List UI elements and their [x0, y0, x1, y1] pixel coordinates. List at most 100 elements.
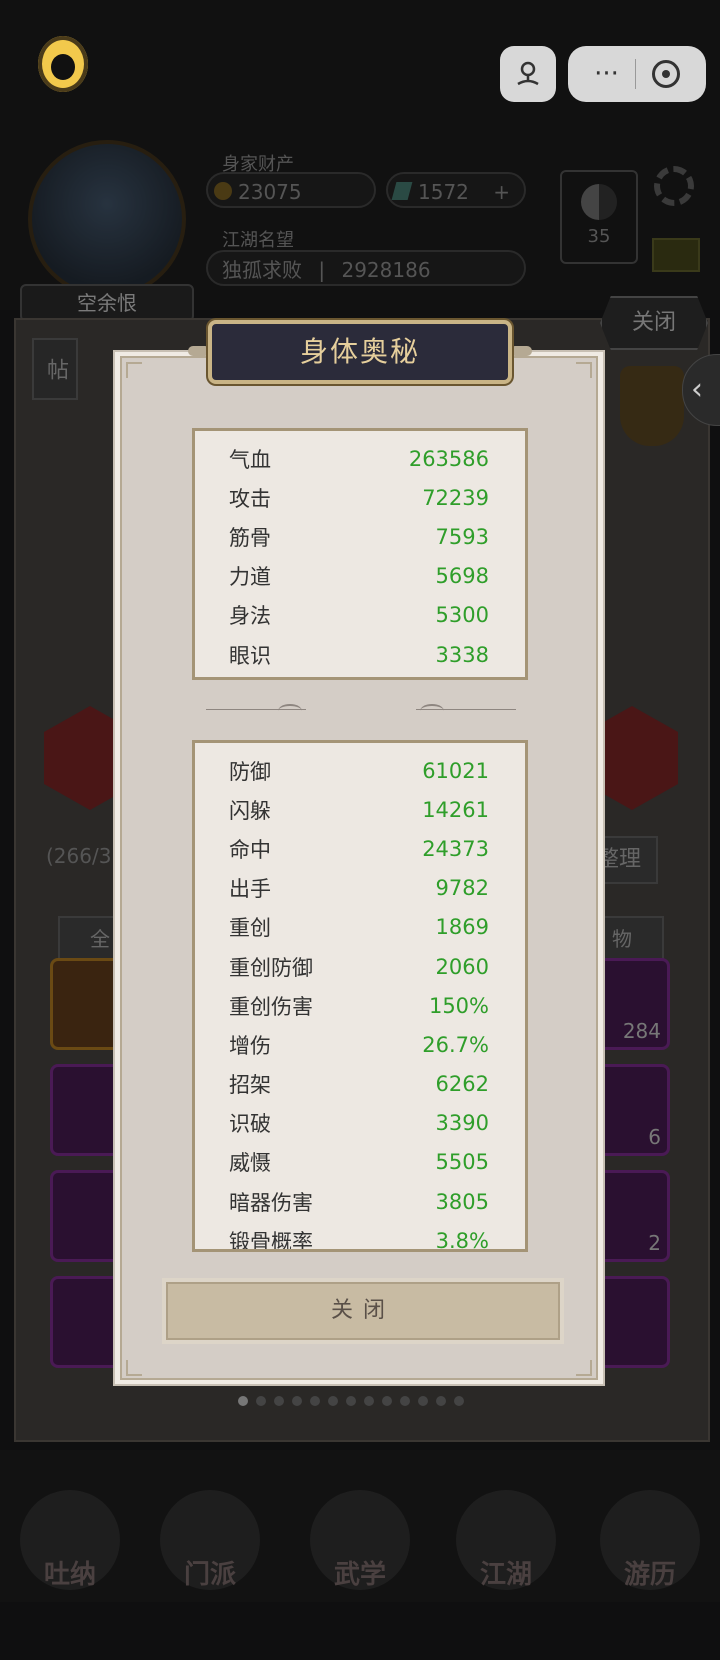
page-dot [238, 1396, 248, 1406]
stat-row: 增伤 26.7% [195, 1025, 525, 1064]
stat-value: 3805 [435, 1189, 489, 1214]
stat-row: 防御 61021 [195, 751, 525, 790]
invitation-button[interactable]: 帖 [32, 338, 78, 400]
jade-add-button[interactable]: + [493, 174, 510, 210]
stat-row: 力道 5698 [195, 557, 525, 596]
page-dot [418, 1396, 428, 1406]
stat-value: 3.8% [435, 1228, 489, 1252]
stat-row: 出手 9782 [195, 869, 525, 908]
page-dot [256, 1396, 266, 1406]
modal-close-button[interactable]: 关闭 [166, 1282, 560, 1340]
frame-corner [126, 362, 142, 378]
slot-count: 284 [622, 1019, 661, 1043]
frame-corner [126, 1360, 142, 1376]
stat-row: 眼识 3338 [195, 635, 525, 674]
stat-value: 2060 [435, 954, 489, 979]
swirl-ornament-icon [278, 704, 302, 718]
stat-value: 5698 [435, 564, 489, 589]
player-avatar[interactable] [28, 140, 186, 298]
gear-icon[interactable] [654, 166, 694, 206]
stat-value: 14261 [422, 797, 489, 822]
title-ornament [188, 346, 210, 356]
primary-stats-box: 气血 263586 攻击 72239 筋骨 7593 力道 5698 身法 5300 眼识… [192, 428, 528, 680]
stat-name: 重创伤害 [229, 994, 313, 1019]
stat-value: 263586 [408, 446, 489, 471]
stat-value: 9782 [435, 876, 489, 901]
stat-name: 重创防御 [229, 955, 313, 980]
stat-row: 识破 3390 [195, 1104, 525, 1143]
stat-name: 锻骨概率 [229, 1229, 313, 1252]
nav-jianghu[interactable]: 江湖 [456, 1490, 556, 1590]
stat-row: 招架 6262 [195, 1065, 525, 1104]
stat-name: 身法 [229, 604, 271, 629]
stat-row: 暗器伤害 3805 [195, 1182, 525, 1221]
page-dot [310, 1396, 320, 1406]
stat-name: 暗器伤害 [229, 1190, 313, 1215]
game-logo-icon [38, 36, 88, 92]
mail-icon[interactable] [652, 238, 700, 272]
page-indicator [238, 1396, 464, 1406]
coin-counter: 23075 [206, 172, 376, 208]
swirl-ornament-icon [420, 704, 444, 718]
panel-close-button[interactable]: 关闭 [600, 296, 708, 350]
player-name: 空余恨 [20, 284, 194, 322]
stat-name: 命中 [229, 837, 271, 862]
fame-separator: | [318, 258, 326, 282]
divider-line [416, 709, 516, 710]
stat-name: 招架 [229, 1073, 271, 1098]
page-dot [436, 1396, 446, 1406]
stat-name: 识破 [229, 1112, 271, 1137]
page-dot [328, 1396, 338, 1406]
page-dot [292, 1396, 302, 1406]
profile-button[interactable] [500, 46, 556, 102]
nav-menpai[interactable]: 门派 [160, 1490, 260, 1590]
stat-row: 威慑 5505 [195, 1143, 525, 1182]
stat-value: 26.7% [422, 1032, 489, 1057]
stat-row: 闪躲 14261 [195, 790, 525, 829]
modal-title: 身体奥秘 [208, 320, 512, 384]
nav-youli[interactable]: 游历 [600, 1490, 700, 1590]
stat-row: 锻骨概率 3.8% [195, 1221, 525, 1252]
stat-row: 筋骨 7593 [195, 517, 525, 556]
more-menu-icon[interactable]: ··· [594, 59, 619, 89]
stat-name: 出手 [229, 877, 271, 902]
exit-target-icon[interactable] [651, 60, 680, 88]
level-value: 35 [587, 226, 611, 247]
coin-icon [214, 182, 232, 200]
stat-name: 攻击 [229, 486, 271, 511]
jade-icon [391, 182, 413, 200]
stat-value: 5300 [435, 603, 489, 628]
stat-value: 7593 [435, 524, 489, 549]
stat-name: 力道 [229, 565, 271, 590]
stat-value: 1869 [435, 915, 489, 940]
title-ornament [510, 346, 532, 356]
fame-title: 独孤求败 [222, 258, 302, 282]
stat-value: 3338 [435, 642, 489, 667]
stat-name: 闪躲 [229, 798, 271, 823]
user-pin-icon [517, 61, 539, 86]
stat-value: 6262 [435, 1072, 489, 1097]
stat-value: 5505 [435, 1150, 489, 1175]
stat-name: 增伤 [229, 1033, 271, 1058]
level-badge[interactable]: 35 [560, 170, 638, 264]
stat-row: 身法 5300 [195, 596, 525, 635]
stat-value: 150% [428, 993, 489, 1018]
nav-tuna[interactable]: 吐纳 [20, 1490, 120, 1590]
stat-name: 威慑 [229, 1151, 271, 1176]
frame-corner [576, 1360, 592, 1376]
stat-value: 24373 [422, 836, 489, 861]
frame-corner [576, 362, 592, 378]
page-dot [364, 1396, 374, 1406]
miniapp-capsule[interactable]: ··· [568, 46, 706, 102]
secondary-stats-box[interactable]: 防御 61021 闪躲 14261 命中 24373 出手 9782 重创 1869 重创… [192, 740, 528, 1252]
stat-name: 防御 [229, 759, 271, 784]
stat-value: 61021 [422, 758, 489, 783]
fame-value: 2928186 [341, 258, 431, 282]
page-dot [346, 1396, 356, 1406]
stat-name: 气血 [229, 447, 271, 472]
nav-wuxue[interactable]: 武学 [310, 1490, 410, 1590]
lantern-icon[interactable] [620, 366, 684, 446]
page-dot [400, 1396, 410, 1406]
stat-value: 72239 [422, 485, 489, 510]
stat-name: 重创 [229, 916, 271, 941]
